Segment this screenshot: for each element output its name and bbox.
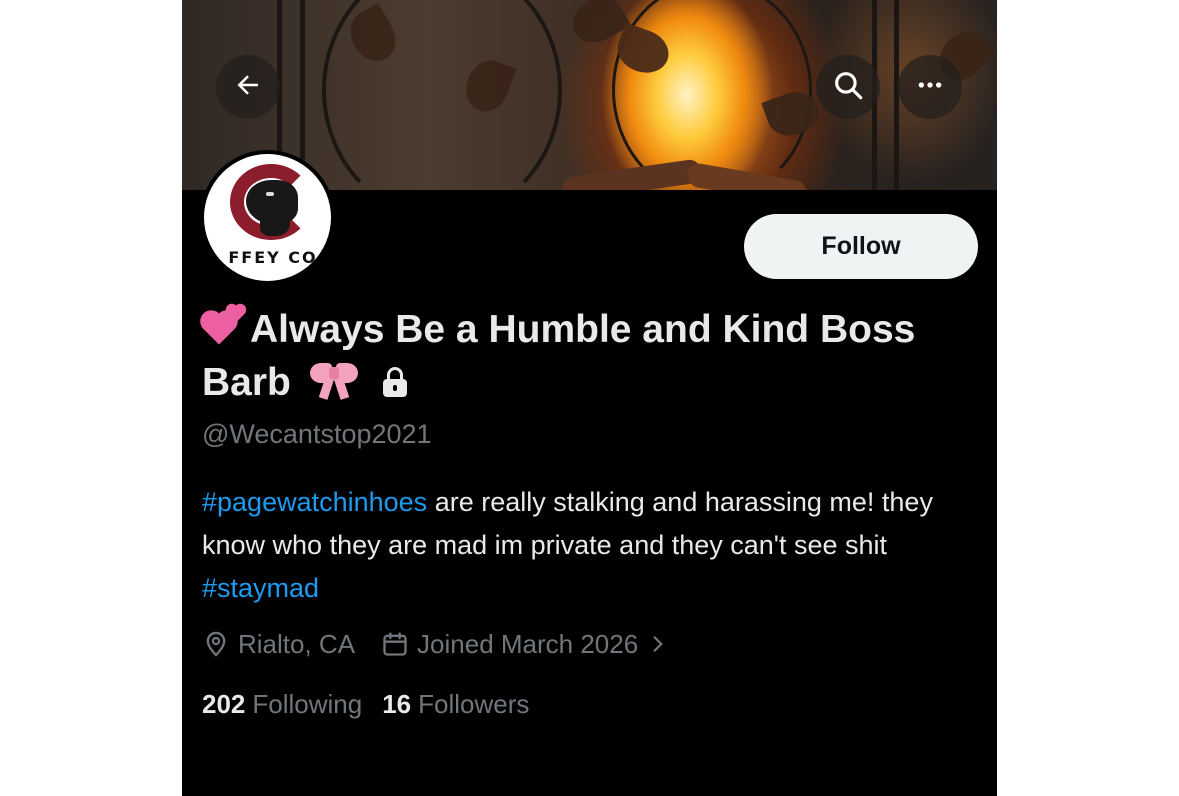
ribbon-bow-emoji xyxy=(308,359,360,401)
profile-meta: Rialto, CA Joined March 2026 xyxy=(202,624,668,664)
avatar-image: FFEY CO xyxy=(204,154,331,281)
profile-screen: FFEY CO Follow Always Be a Humble and Ki… xyxy=(182,0,997,796)
back-button[interactable] xyxy=(216,55,280,119)
panther-eye xyxy=(266,192,274,196)
follow-button[interactable]: Follow xyxy=(744,214,978,279)
calendar-icon xyxy=(381,630,409,658)
hashtag-link[interactable]: #pagewatchinhoes xyxy=(202,487,427,517)
followers-stat[interactable]: 16 Followers xyxy=(382,689,529,720)
avatar[interactable]: FFEY CO xyxy=(200,150,335,285)
hashtag-link[interactable]: #staymad xyxy=(202,573,319,603)
chevron-right-icon[interactable] xyxy=(648,633,668,655)
profile-bio: #pagewatchinhoes are really stalking and… xyxy=(202,481,992,610)
display-name: Always Be a Humble and Kind Boss Barb xyxy=(202,303,962,409)
arrow-left-icon xyxy=(233,70,263,105)
following-stat[interactable]: 202 Following xyxy=(202,689,362,720)
lock-icon xyxy=(381,367,409,397)
joined-date[interactable]: Joined March 2026 xyxy=(417,629,638,660)
search-button[interactable] xyxy=(816,55,880,119)
followers-count: 16 xyxy=(382,688,412,719)
followers-label: Followers xyxy=(418,688,530,719)
location-text: Rialto, CA xyxy=(238,628,356,659)
more-button[interactable] xyxy=(898,55,962,119)
panther-mascot xyxy=(246,180,298,236)
search-icon xyxy=(831,68,865,107)
avatar-logo-text: FFEY CO xyxy=(228,248,318,267)
follow-stats: 202 Following 16 Followers xyxy=(202,684,529,724)
following-count: 202 xyxy=(202,688,246,719)
user-handle: @Wecantstop2021 xyxy=(202,419,432,449)
more-horizontal-icon xyxy=(914,69,946,106)
location-pin-icon xyxy=(202,630,230,658)
two-hearts-emoji xyxy=(202,304,250,346)
following-label: Following xyxy=(252,688,363,719)
